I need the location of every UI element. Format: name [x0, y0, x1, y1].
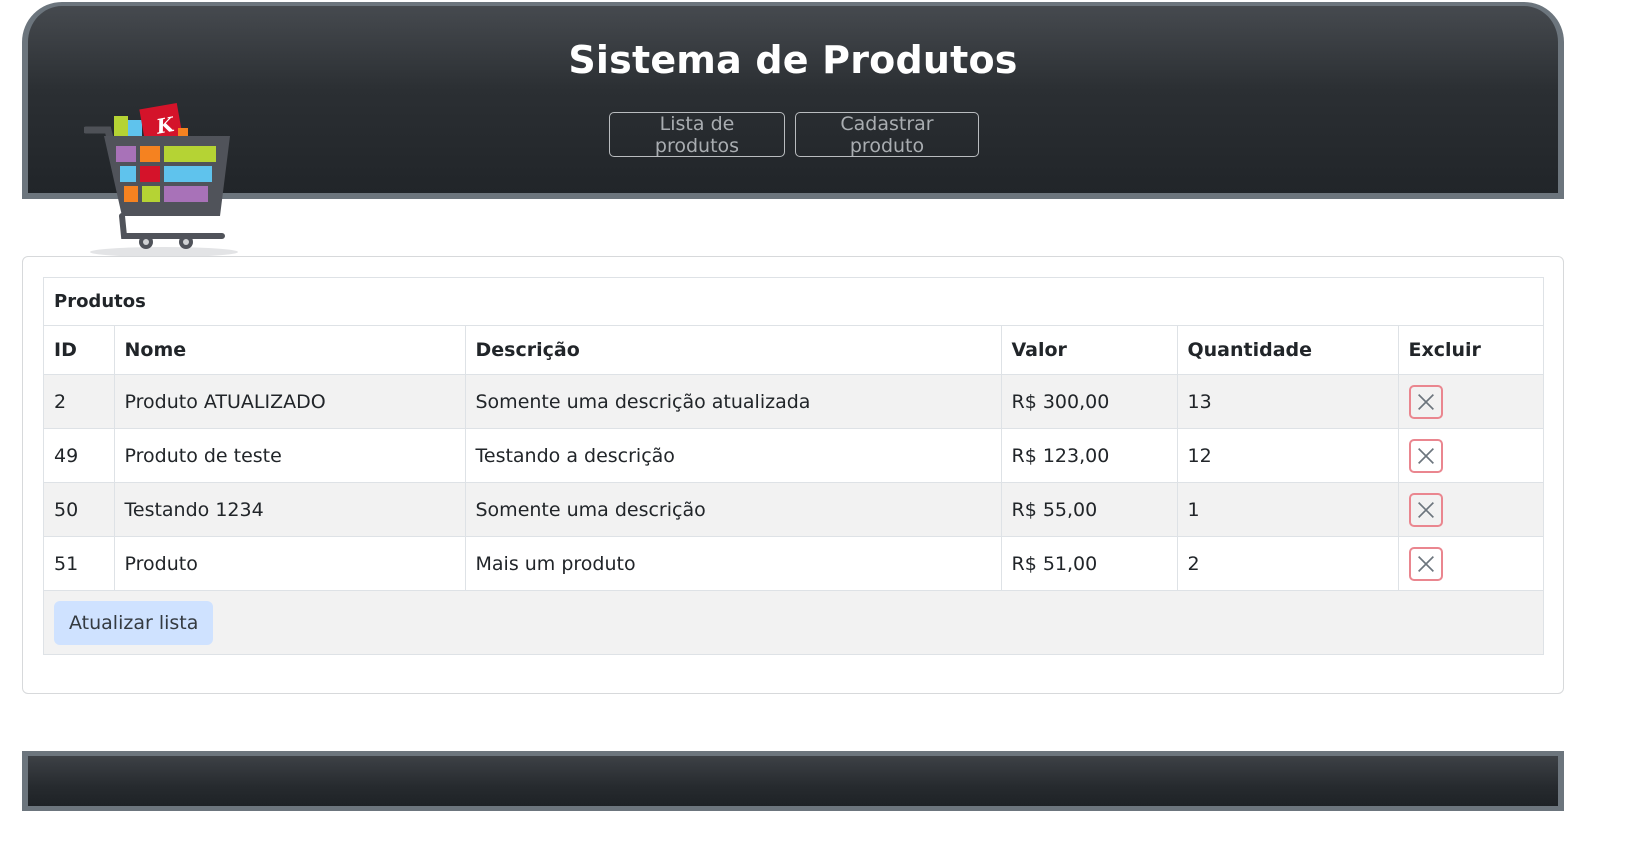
close-icon [1417, 555, 1434, 572]
cell-nome: Produto [113, 536, 466, 591]
header: Sistema de Produtos Lista de produtos Ca… [22, 2, 1564, 199]
delete-button[interactable] [1408, 438, 1443, 473]
table-row: 50 Testando 1234 Somente uma descrição R… [44, 482, 1543, 537]
close-icon [1417, 393, 1434, 410]
products-table-wrapper: Produtos ID Nome Descrição Valor Quantid… [43, 277, 1544, 655]
delete-button[interactable] [1408, 384, 1443, 419]
table-row: 2 Produto ATUALIZADO Somente uma descriç… [44, 374, 1543, 429]
cell-id: 2 [44, 374, 115, 429]
cell-descricao: Somente uma descrição [464, 482, 1002, 537]
cell-descricao: Somente uma descrição atualizada [464, 374, 1002, 429]
cell-quantidade: 12 [1176, 428, 1399, 483]
table-footer-row: Atualizar lista [44, 590, 1543, 654]
cell-quantidade: 2 [1176, 536, 1399, 591]
cell-valor: R$ 55,00 [1000, 482, 1178, 537]
table-caption: Produtos [44, 278, 1543, 326]
page: Sistema de Produtos Lista de produtos Ca… [0, 0, 1648, 855]
column-header-id: ID [44, 325, 115, 375]
cell-id: 50 [44, 482, 115, 537]
delete-button[interactable] [1408, 492, 1443, 527]
close-icon [1417, 447, 1434, 464]
column-header-valor: Valor [1000, 325, 1178, 375]
nav-bar: Lista de produtos Cadastrar produto [28, 112, 1558, 157]
nav-register-product-button[interactable]: Cadastrar produto [795, 112, 979, 157]
cell-nome: Testando 1234 [113, 482, 466, 537]
table-header-row: ID Nome Descrição Valor Quantidade Exclu… [44, 325, 1543, 375]
table-row: 49 Produto de teste Testando a descrição… [44, 428, 1543, 483]
cell-quantidade: 13 [1176, 374, 1399, 429]
cell-excluir [1397, 374, 1543, 429]
cell-excluir [1397, 482, 1543, 537]
close-icon [1417, 501, 1434, 518]
cell-id: 51 [44, 536, 115, 591]
shopping-cart-icon: K [84, 102, 238, 257]
cell-valor: R$ 123,00 [1000, 428, 1178, 483]
table-footer: Atualizar lista [44, 590, 1543, 654]
footer [22, 751, 1564, 811]
cell-valor: R$ 51,00 [1000, 536, 1178, 591]
refresh-list-button[interactable]: Atualizar lista [54, 600, 214, 645]
column-header-quantidade: Quantidade [1176, 325, 1399, 375]
products-card: Produtos ID Nome Descrição Valor Quantid… [22, 256, 1564, 694]
cell-excluir [1397, 536, 1543, 591]
cell-descricao: Mais um produto [464, 536, 1002, 591]
cell-excluir [1397, 428, 1543, 483]
products-table: Produtos ID Nome Descrição Valor Quantid… [44, 278, 1543, 654]
nav-list-products-button[interactable]: Lista de produtos [609, 112, 785, 157]
table-caption-row: Produtos [44, 278, 1543, 326]
table-row: 51 Produto Mais um produto R$ 51,00 2 [44, 536, 1543, 591]
cell-id: 49 [44, 428, 115, 483]
column-header-excluir: Excluir [1397, 325, 1543, 375]
page-title: Sistema de Produtos [568, 38, 1018, 82]
cell-valor: R$ 300,00 [1000, 374, 1178, 429]
column-header-nome: Nome [113, 325, 466, 375]
cell-nome: Produto ATUALIZADO [113, 374, 466, 429]
delete-button[interactable] [1408, 546, 1443, 581]
cell-quantidade: 1 [1176, 482, 1399, 537]
cell-descricao: Testando a descrição [464, 428, 1002, 483]
cell-nome: Produto de teste [113, 428, 466, 483]
column-header-descricao: Descrição [464, 325, 1002, 375]
